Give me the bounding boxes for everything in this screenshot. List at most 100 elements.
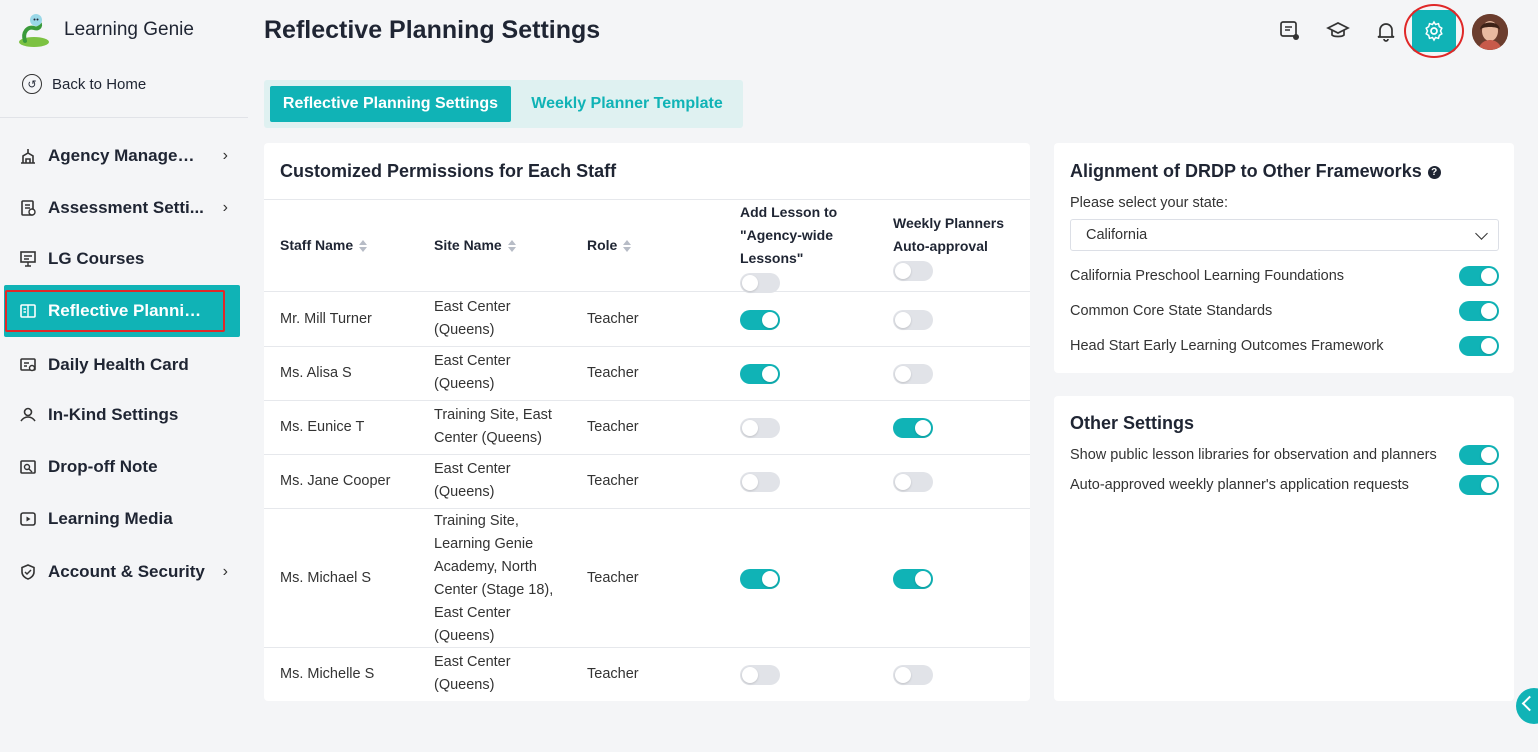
permissions-card: Customized Permissions for Each Staff St… [264, 143, 1030, 701]
note-icon [18, 457, 38, 477]
add-lesson-toggle[interactable] [740, 364, 780, 384]
health-card-icon [18, 355, 38, 375]
site-name-cell: East Center (Queens) [434, 299, 511, 338]
alignment-title: Alignment of DRDP to Other Frameworks? [1070, 161, 1441, 182]
permissions-title: Customized Permissions for Each Staff [280, 161, 617, 181]
staff-name-cell: Ms. Michael S [280, 570, 372, 586]
page-title: Reflective Planning Settings [264, 16, 601, 44]
role-cell: Teacher [587, 666, 639, 682]
sidebar-item-reflective-planning[interactable]: Reflective Plannin... [4, 285, 240, 337]
sidebar-item-label: Account & Security [48, 562, 205, 581]
sidebar-item-label: In-Kind Settings [48, 405, 179, 424]
other-settings-card: Other Settings Show public lesson librar… [1054, 396, 1514, 701]
add-lesson-toggle[interactable] [740, 472, 780, 492]
genie-logo-icon [19, 14, 49, 47]
role-cell: Teacher [587, 365, 639, 381]
state-select[interactable]: California [1070, 219, 1499, 251]
sidebar-item-label: LG Courses [48, 249, 145, 268]
add-lesson-all-toggle[interactable] [740, 273, 780, 293]
framework-toggle[interactable] [1459, 266, 1499, 286]
sidebar-item-daily-health-card[interactable]: Daily Health Card [4, 339, 240, 391]
help-icon[interactable]: ? [1427, 165, 1441, 179]
feedback-button[interactable] [1270, 16, 1310, 46]
sidebar-item-assessment-settings[interactable]: Assessment Setti... › [4, 182, 240, 234]
auto-approval-header: Weekly Planners Auto-approval [893, 215, 1005, 254]
sidebar-item-learning-media[interactable]: Learning Media [4, 493, 240, 545]
auto-approval-toggle[interactable] [893, 418, 933, 438]
add-lesson-toggle[interactable] [740, 665, 780, 685]
table-header: Staff Name Site Name Role Add Lesson to … [264, 199, 1030, 293]
chevron-right-icon: › [222, 147, 228, 164]
setting-toggle[interactable] [1459, 445, 1499, 465]
site-name-cell: Training Site, Learning Genie Academy, N… [434, 513, 554, 644]
framework-toggle[interactable] [1459, 336, 1499, 356]
sidebar: Learning Genie ↺ Back to Home Agency Man… [0, 0, 248, 752]
courses-button[interactable] [1318, 16, 1358, 46]
app-name: Learning Genie [64, 19, 194, 40]
notifications-button[interactable] [1366, 16, 1406, 46]
setting-label: Auto-approved weekly planner's applicati… [1070, 477, 1409, 493]
role-header-label: Role [587, 237, 618, 253]
back-to-home-link[interactable]: ↺ Back to Home [22, 74, 146, 94]
site-name-header[interactable]: Site Name [434, 234, 516, 257]
table-row: Ms. Eunice T Training Site, East Center … [264, 401, 1030, 455]
assessment-icon [18, 198, 38, 218]
staff-name-cell: Ms. Jane Cooper [280, 473, 391, 489]
other-settings-title: Other Settings [1070, 413, 1195, 433]
avatar[interactable] [1472, 14, 1508, 50]
collapse-panel-button[interactable] [1516, 688, 1538, 724]
auto-approval-toggle[interactable] [893, 472, 933, 492]
add-lesson-toggle[interactable] [740, 310, 780, 330]
staff-name-cell: Mr. Mill Turner [280, 311, 372, 327]
highlight-circle [1404, 4, 1464, 58]
setting-toggle[interactable] [1459, 475, 1499, 495]
media-icon [18, 509, 38, 529]
framework-row: California Preschool Learning Foundation… [1070, 265, 1499, 287]
sidebar-item-label: Agency Managem... [48, 146, 204, 165]
sidebar-item-label: Assessment Setti... [48, 198, 204, 217]
state-select-value: California [1086, 227, 1148, 243]
courses-icon [18, 249, 38, 269]
user-photo-icon [1472, 14, 1508, 50]
sidebar-item-agency-management[interactable]: Agency Managem... › [4, 130, 240, 182]
add-lesson-toggle[interactable] [740, 569, 780, 589]
setting-label: Show public lesson libraries for observa… [1070, 447, 1437, 463]
chat-user-icon [1280, 21, 1299, 40]
graduation-cap-icon [1326, 22, 1350, 38]
framework-toggle[interactable] [1459, 301, 1499, 321]
framework-label: Common Core State Standards [1070, 303, 1273, 319]
highlight-box [5, 290, 225, 332]
sort-icon [359, 239, 368, 253]
staff-name-cell: Ms. Eunice T [280, 419, 365, 435]
chevron-left-icon [1521, 695, 1538, 712]
sidebar-item-drop-off-note[interactable]: Drop-off Note [4, 441, 240, 493]
app-logo[interactable]: Learning Genie [16, 12, 194, 48]
role-cell: Teacher [587, 419, 639, 435]
tab-reflective-planning-settings[interactable]: Reflective Planning Settings [270, 86, 511, 122]
table-row: Ms. Michael S Training Site, Learning Ge… [264, 509, 1030, 648]
agency-icon [18, 146, 38, 166]
sidebar-item-label: Daily Health Card [48, 355, 189, 374]
sidebar-item-lg-courses[interactable]: LG Courses [4, 233, 240, 285]
chevron-down-icon [1475, 227, 1488, 240]
sort-icon [623, 239, 632, 253]
staff-name-header[interactable]: Staff Name [280, 234, 368, 257]
staff-name-header-label: Staff Name [280, 237, 354, 253]
state-select-label: Please select your state: [1070, 195, 1228, 211]
auto-approval-toggle[interactable] [893, 310, 933, 330]
setting-row: Show public lesson libraries for observa… [1070, 444, 1499, 466]
tab-weekly-planner-template[interactable]: Weekly Planner Template [517, 86, 737, 122]
role-header[interactable]: Role [587, 234, 632, 257]
sort-icon [507, 239, 516, 253]
sidebar-item-account-security[interactable]: Account & Security › [4, 546, 240, 598]
auto-approval-all-toggle[interactable] [893, 261, 933, 281]
staff-name-cell: Ms. Alisa S [280, 365, 352, 381]
add-lesson-toggle[interactable] [740, 418, 780, 438]
sidebar-item-in-kind-settings[interactable]: In-Kind Settings [4, 389, 240, 441]
back-to-home-label: Back to Home [52, 75, 147, 93]
auto-approval-toggle[interactable] [893, 665, 933, 685]
staff-name-cell: Ms. Michelle S [280, 666, 375, 682]
auto-approval-toggle[interactable] [893, 569, 933, 589]
table-row: Ms. Alisa S East Center (Queens) Teacher [264, 347, 1030, 401]
auto-approval-toggle[interactable] [893, 364, 933, 384]
